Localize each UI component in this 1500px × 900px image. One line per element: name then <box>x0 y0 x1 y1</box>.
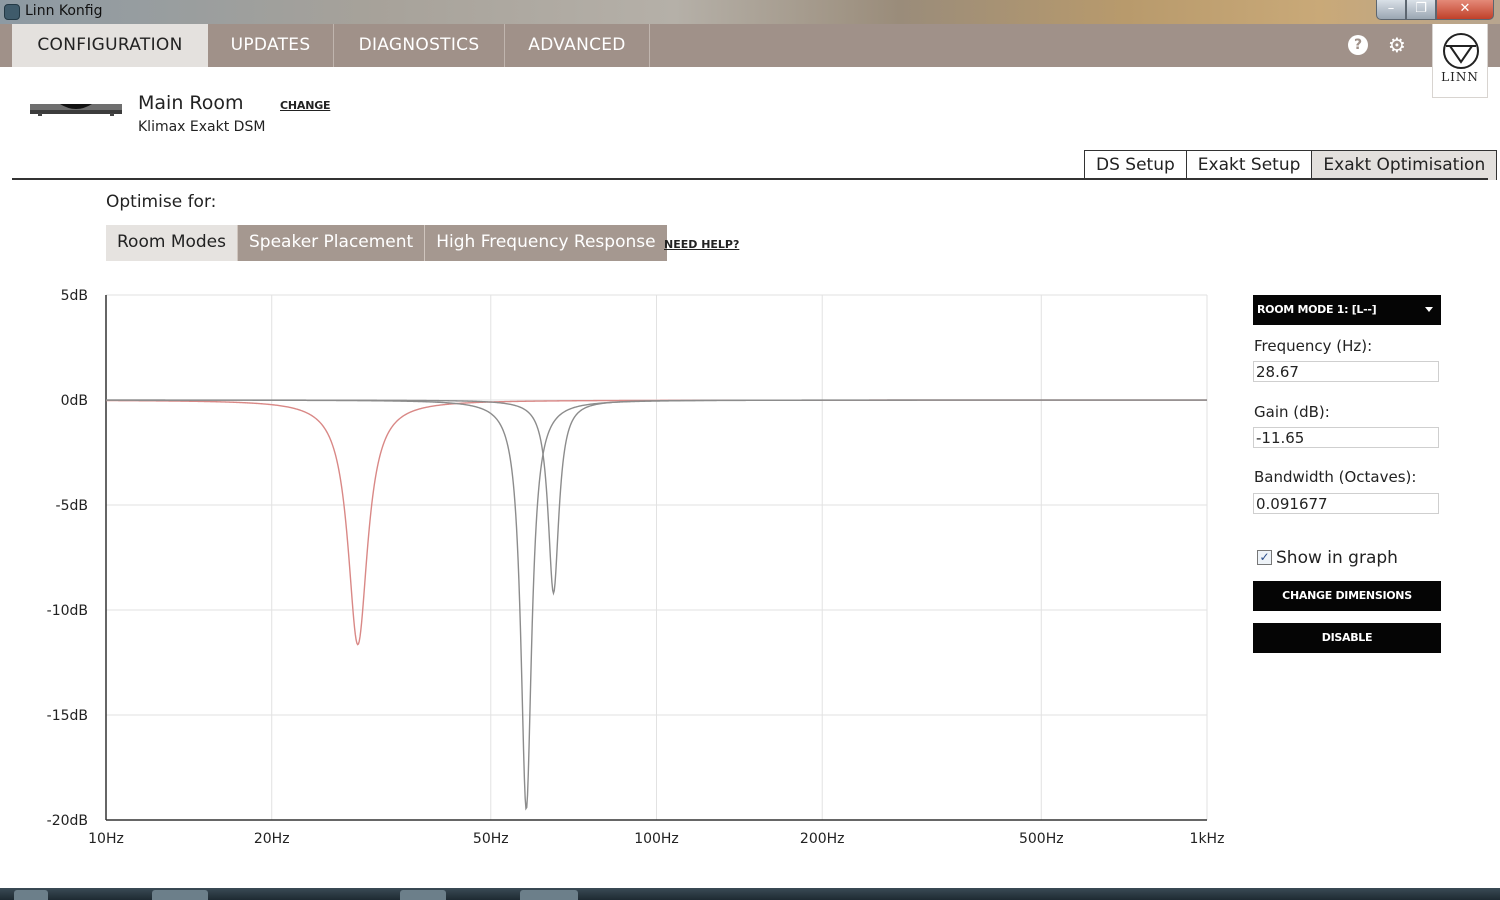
title-bar: Linn Konfig – ❐ ✕ <box>0 0 1500 24</box>
linn-logo-mark-icon <box>1443 33 1479 69</box>
tab-diagnostics[interactable]: DIAGNOSTICS <box>334 24 505 67</box>
tab-updates[interactable]: UPDATES <box>208 24 334 67</box>
y-tick-label: -15dB <box>47 708 88 724</box>
linn-logo: LINN <box>1432 24 1488 98</box>
main-nav: CONFIGURATION UPDATES DIAGNOSTICS ADVANC… <box>0 24 1500 67</box>
linn-logo-text: LINN <box>1441 70 1479 84</box>
x-tick-label: 20Hz <box>254 831 290 847</box>
taskbar <box>0 888 1500 900</box>
tab-configuration[interactable]: CONFIGURATION <box>12 24 208 67</box>
y-tick-label: -5dB <box>56 498 88 514</box>
x-tick-label: 50Hz <box>473 831 509 847</box>
change-room-link[interactable]: CHANGE <box>280 99 331 112</box>
minimize-button[interactable]: – <box>1376 0 1406 20</box>
device-icon <box>30 104 122 116</box>
taskbar-item[interactable] <box>520 890 578 900</box>
device-model: Klimax Exakt DSM <box>138 119 266 135</box>
bandwidth-input[interactable] <box>1253 493 1439 514</box>
y-tick-label: -10dB <box>47 603 88 619</box>
gain-input[interactable] <box>1253 427 1439 448</box>
tab-room-modes[interactable]: Room Modes <box>106 225 237 261</box>
frequency-response-chart: 10Hz 20Hz 50Hz 100Hz 200Hz 500Hz 1kHz 5dB 0dB -5d… <box>47 288 1225 847</box>
x-tick-label: 1kHz <box>1190 831 1225 847</box>
x-tick-label: 100Hz <box>634 831 679 847</box>
show-in-graph-label: Show in graph <box>1276 548 1398 568</box>
chart-grid <box>106 294 1208 820</box>
frequency-label: Frequency (Hz): <box>1254 337 1373 355</box>
disable-button[interactable]: DISABLE <box>1253 623 1441 653</box>
gear-icon[interactable]: ⚙ <box>1386 34 1408 56</box>
gain-label: Gain (dB): <box>1254 403 1330 421</box>
window-title: Linn Konfig <box>25 3 103 19</box>
section-divider <box>12 178 1488 180</box>
bandwidth-label: Bandwidth (Octaves): <box>1254 468 1417 486</box>
room-mode-select-value: ROOM MODE 1: [L--] <box>1257 303 1377 316</box>
subtab-exakt-optimisation[interactable]: Exakt Optimisation <box>1311 150 1498 180</box>
optimise-tabs: Room Modes Speaker Placement High Freque… <box>106 225 667 261</box>
room-name: Main Room <box>138 92 244 114</box>
subtab-ds-setup[interactable]: DS Setup <box>1084 150 1186 180</box>
subtab-exakt-setup[interactable]: Exakt Setup <box>1185 150 1312 180</box>
change-dimensions-button[interactable]: CHANGE DIMENSIONS <box>1253 581 1441 611</box>
close-button[interactable]: ✕ <box>1436 0 1494 20</box>
start-button[interactable] <box>14 890 48 900</box>
x-tick-label: 200Hz <box>800 831 845 847</box>
show-in-graph-checkbox[interactable]: ✓ <box>1257 550 1272 565</box>
taskbar-item[interactable] <box>400 890 446 900</box>
tab-advanced[interactable]: ADVANCED <box>505 24 650 67</box>
checkmark-icon: ✓ <box>1259 550 1270 564</box>
tab-high-frequency-response[interactable]: High Frequency Response <box>424 225 667 261</box>
chart-tick-labels: 10Hz 20Hz 50Hz 100Hz 200Hz 500Hz 1kHz 5dB 0dB -5d… <box>47 288 1225 847</box>
y-tick-label: -20dB <box>47 813 88 829</box>
x-tick-label: 500Hz <box>1019 831 1064 847</box>
chevron-down-icon <box>1425 307 1433 312</box>
tab-speaker-placement[interactable]: Speaker Placement <box>237 225 425 261</box>
frequency-input[interactable] <box>1253 361 1439 382</box>
room-mode-select[interactable]: ROOM MODE 1: [L--] <box>1253 295 1441 325</box>
app-icon <box>4 4 20 20</box>
y-tick-label: 5dB <box>61 288 88 304</box>
maximize-button[interactable]: ❐ <box>1406 0 1436 20</box>
setup-subtabs: DS Setup Exakt Setup Exakt Optimisation <box>1084 150 1498 180</box>
x-tick-label: 10Hz <box>88 831 124 847</box>
y-tick-label: 0dB <box>61 393 88 409</box>
linn-konfig-window: Linn Konfig – ❐ ✕ CONFIGURATION UPDATES … <box>0 0 1500 900</box>
help-icon[interactable]: ? <box>1348 35 1368 55</box>
need-help-link[interactable]: NEED HELP? <box>664 238 739 251</box>
optimise-label: Optimise for: <box>106 192 217 212</box>
taskbar-item[interactable] <box>152 890 208 900</box>
